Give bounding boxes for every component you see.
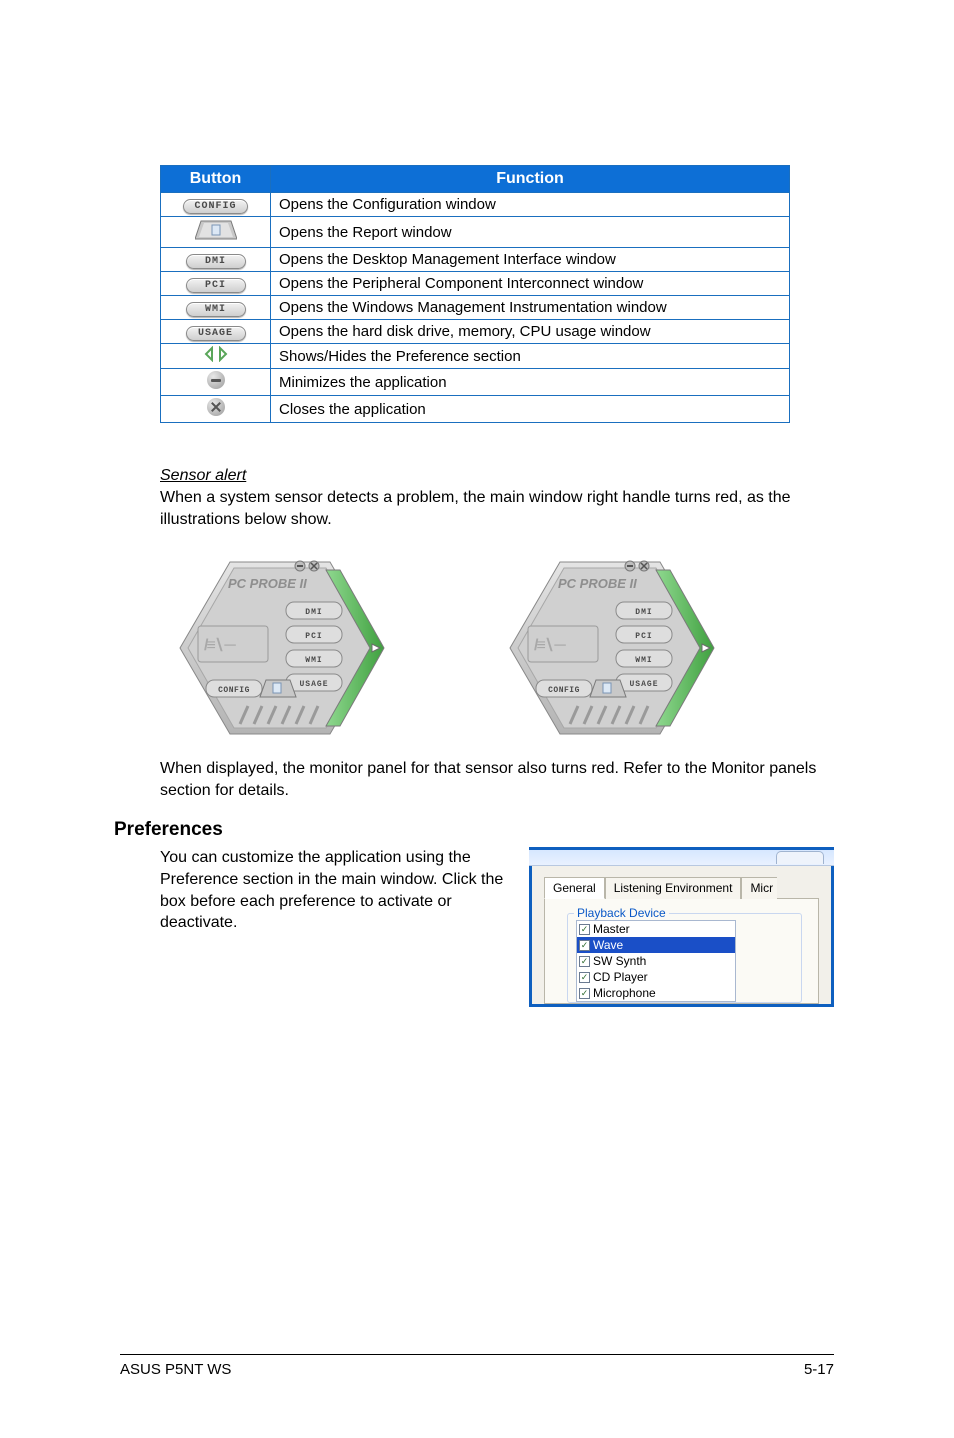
list-item[interactable]: ✓Master [577,921,735,937]
function-cell: Opens the hard disk drive, memory, CPU u… [271,320,790,344]
button-cell [161,217,271,248]
preferences-para: You can customize the application using … [160,847,505,933]
button-cell [161,396,271,423]
list-item-label: Master [593,922,630,936]
checkbox[interactable]: ✓ [579,940,590,951]
svg-text:DMI: DMI [305,608,322,617]
button-cell: USAGE [161,320,271,344]
dmi-button[interactable]: DMI [186,254,246,269]
table-row: Shows/Hides the Preference section [161,344,790,369]
table-row: CONFIG Opens the Configuration window [161,193,790,217]
svg-text:CONFIG: CONFIG [548,686,580,695]
checkbox[interactable]: ✓ [579,956,590,967]
table-row: DMI Opens the Desktop Management Interfac… [161,248,790,272]
svg-text:DMI: DMI [635,608,652,617]
pci-button[interactable]: PCI [186,278,246,293]
svg-text:PCI: PCI [635,632,652,641]
button-cell [161,344,271,369]
function-cell: Opens the Desktop Management Interface w… [271,248,790,272]
sensor-alert-para1: When a system sensor detects a problem, … [160,487,834,530]
hex-illustrations-row: PC PROBE II /≡∖ ─ DMI PCI WMI USAGE CONF… [170,548,834,748]
svg-text:/≡∖ ─: /≡∖ ─ [204,636,236,654]
pc-probe-hexagon-green: PC PROBE II /≡∖ ─ DMI PCI WMI USAGE CONF… [170,548,390,748]
close-icon[interactable] [207,398,225,416]
tab-listening-environment[interactable]: Listening Environment [605,877,742,899]
button-cell: PCI [161,272,271,296]
function-cell: Opens the Configuration window [271,193,790,217]
svg-text:CONFIG: CONFIG [218,686,250,695]
window-titlebar [529,850,834,866]
table-row: WMI Opens the Windows Management Instrume… [161,296,790,320]
report-button[interactable] [195,219,237,241]
usage-button[interactable]: USAGE [186,326,246,341]
function-cell: Closes the application [271,396,790,423]
list-item[interactable]: ✓CD Player [577,969,735,985]
minimize-icon[interactable] [207,371,225,389]
list-item[interactable]: ✓SW Synth [577,953,735,969]
checkbox[interactable]: ✓ [579,972,590,983]
footer-model: ASUS P5NT WS [120,1361,231,1378]
svg-text:WMI: WMI [305,656,322,665]
table-row: Opens the Report window [161,217,790,248]
preference-arrows-icon[interactable] [203,346,229,362]
tab-row: General Listening Environment Micr [532,876,831,898]
table-row: Closes the application [161,396,790,423]
svg-text:PC PROBE II: PC PROBE II [228,576,307,591]
svg-text:USAGE: USAGE [299,680,328,689]
config-button[interactable]: CONFIG [183,199,247,214]
svg-text:WMI: WMI [635,656,652,665]
function-cell: Opens the Peripheral Component Interconn… [271,272,790,296]
list-item-label: Microphone [593,986,656,1000]
list-item-label: SW Synth [593,954,646,968]
function-cell: Minimizes the application [271,369,790,396]
table-row: PCI Opens the Peripheral Component Interc… [161,272,790,296]
footer-page-number: 5-17 [804,1361,834,1378]
function-cell: Shows/Hides the Preference section [271,344,790,369]
button-cell: WMI [161,296,271,320]
checkbox[interactable]: ✓ [579,988,590,999]
tab-general[interactable]: General [544,877,605,899]
pc-probe-hexagon-red: PC PROBE II /≡∖ ─ DMI PCI WMI USAGE CONF… [500,548,720,748]
wmi-button[interactable]: WMI [186,302,246,317]
col-header-button: Button [161,166,271,193]
col-header-function: Function [271,166,790,193]
svg-text:/≡∖ ─: /≡∖ ─ [534,636,566,654]
playback-device-legend: Playback Device [574,906,669,920]
function-cell: Opens the Report window [271,217,790,248]
preferences-panel: General Listening Environment Micr Playb… [529,847,834,1007]
playback-device-fieldset: Playback Device ✓Master✓Wave✓SW Synth✓CD… [567,913,802,1003]
preferences-heading: Preferences [114,819,834,841]
svg-text:PCI: PCI [305,632,322,641]
tab-micr[interactable]: Micr [741,877,777,899]
page-footer: ASUS P5NT WS 5-17 [120,1354,834,1378]
list-item-label: CD Player [593,970,648,984]
button-function-table: Button Function CONFIG Opens the Configur… [160,165,790,423]
checkbox[interactable]: ✓ [579,924,590,935]
button-cell: CONFIG [161,193,271,217]
function-cell: Opens the Windows Management Instrumenta… [271,296,790,320]
list-item-label: Wave [593,938,623,952]
list-item[interactable]: ✓Microphone [577,985,735,1001]
sensor-alert-heading: Sensor alert [160,467,834,485]
table-row: Minimizes the application [161,369,790,396]
svg-text:USAGE: USAGE [629,680,658,689]
table-row: USAGE Opens the hard disk drive, memory, … [161,320,790,344]
button-cell [161,369,271,396]
list-item[interactable]: ✓Wave [577,937,735,953]
sensor-alert-para2: When displayed, the monitor panel for th… [160,758,834,801]
button-cell: DMI [161,248,271,272]
playback-device-listbox[interactable]: ✓Master✓Wave✓SW Synth✓CD Player✓Micropho… [576,920,736,1002]
svg-text:PC PROBE II: PC PROBE II [558,576,637,591]
